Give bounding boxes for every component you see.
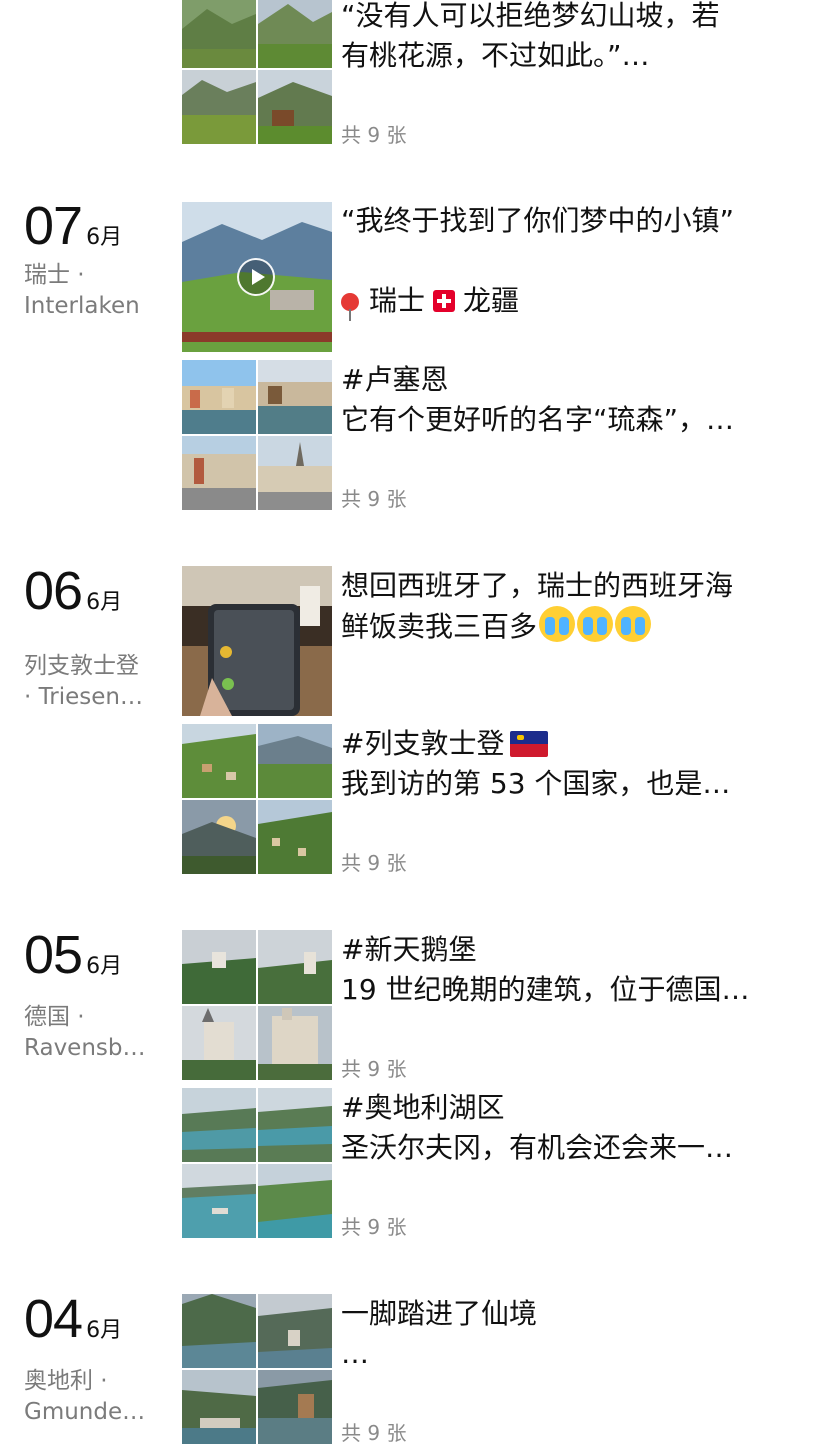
photo-thumbnail[interactable] (182, 436, 256, 510)
spacer-line (341, 241, 811, 281)
location-line: 德国 · (24, 1004, 85, 1030)
post-text-line: #列支敦士登 (341, 724, 801, 764)
day-date: 06 6月 (24, 564, 122, 618)
photo-thumbnail[interactable] (258, 930, 332, 1004)
photo-count: 共 9 张 (341, 851, 407, 875)
post-text-line: 圣沃尔夫冈，有机会还会来一… (341, 1131, 734, 1164)
photo-count: 共 9 张 (341, 1215, 407, 1239)
location-text-secondary: 龙疆 (463, 284, 520, 317)
photo-count: 共 9 张 (341, 123, 407, 147)
day-location: 瑞士 · Interlaken (24, 260, 164, 322)
post-text[interactable]: #卢塞恩 它有个更好听的名字“琉森”，… (341, 360, 801, 440)
day-month: 6月 (86, 225, 123, 250)
photo-thumbnail[interactable] (182, 1164, 256, 1238)
photo-thumbnail[interactable] (258, 70, 332, 144)
day-month: 6月 (86, 954, 123, 979)
photo-thumbnail[interactable] (258, 1088, 332, 1162)
photo-grid[interactable] (182, 360, 332, 510)
day-date: 04 6月 (24, 1292, 122, 1346)
photo-grid[interactable] (182, 724, 332, 874)
post-hashtag[interactable]: #新天鹅堡 (341, 930, 801, 970)
photo-thumbnail[interactable] (182, 360, 256, 434)
location-text: 瑞士 (369, 284, 426, 317)
location-line: 瑞士 · (24, 262, 85, 288)
photo-thumbnail[interactable] (258, 1294, 332, 1368)
day-number: 05 (24, 925, 83, 985)
post-text[interactable]: #新天鹅堡 19 世纪晚期的建筑，位于德国… (341, 930, 801, 1010)
crying-face-icon (539, 606, 576, 642)
video-post-location: 瑞士 龙疆 (341, 281, 811, 321)
post-text-line: 我到访的第 53 个国家，也是… (341, 767, 731, 800)
location-line: · Triesen… (24, 684, 143, 710)
post-text-line: 想回西班牙了，瑞士的西班牙海 (341, 569, 734, 602)
video-post-title: “我终于找到了你们梦中的小镇” (341, 204, 735, 237)
photo-thumbnail[interactable] (258, 1164, 332, 1238)
photo-thumbnail[interactable] (182, 1370, 256, 1444)
post-text-line: 它有个更好听的名字“琉森”，… (341, 403, 735, 436)
location-line: Ravensb… (24, 1035, 146, 1061)
photo-count: 共 9 张 (341, 1421, 407, 1445)
video-post-text[interactable]: “我终于找到了你们梦中的小镇” 瑞士 龙疆 (341, 201, 811, 321)
play-icon[interactable] (237, 258, 275, 296)
photo-thumbnail[interactable] (182, 0, 256, 68)
photo-count: 共 9 张 (341, 1057, 407, 1081)
day-number: 07 (24, 196, 83, 256)
photo-thumbnail[interactable] (258, 0, 332, 68)
post-text-line: 鲜饭卖我三百多 (341, 606, 811, 647)
post-text-line: 一脚踏进了仙境 (341, 1297, 538, 1330)
post-text[interactable]: “没有人可以拒绝梦幻山坡，若 有桃花源，不过如此。”… (341, 0, 801, 76)
location-line: 奥地利 · (24, 1368, 108, 1394)
photo-grid[interactable] (182, 1088, 332, 1238)
photo-thumbnail[interactable] (258, 724, 332, 798)
post-text-line: “没有人可以拒绝梦幻山坡，若 (341, 0, 720, 32)
post-hashtag[interactable]: #卢塞恩 (341, 360, 801, 400)
swiss-flag-icon (433, 290, 456, 312)
photo-thumbnail[interactable] (182, 724, 256, 798)
day-month: 6月 (86, 1318, 123, 1343)
photo-thumbnail[interactable] (182, 1294, 256, 1368)
photo-thumbnail[interactable] (258, 360, 332, 434)
pin-icon (341, 293, 359, 321)
post-hashtag[interactable]: #奥地利湖区 (341, 1088, 801, 1128)
post-text-line: … (341, 1337, 369, 1370)
photo-thumbnail[interactable] (258, 436, 332, 510)
crying-face-icon (577, 606, 614, 642)
post-text[interactable]: #列支敦士登 我到访的第 53 个国家，也是… (341, 724, 801, 804)
photo-grid[interactable] (182, 0, 332, 144)
post-text-line: 有桃花源，不过如此。”… (341, 39, 650, 72)
liechtenstein-flag-icon (510, 731, 549, 757)
post-text-segment: 鲜饭卖我三百多 (341, 610, 538, 643)
photo-grid[interactable] (182, 930, 332, 1080)
day-location: 德国 · Ravensb… (24, 1002, 164, 1064)
video-thumbnail[interactable] (182, 202, 332, 352)
post-hashtag[interactable]: #列支敦士登 (341, 727, 504, 760)
day-number: 04 (24, 1289, 83, 1349)
day-number: 06 (24, 561, 83, 621)
day-location: 列支敦士登 · Triesen… (24, 651, 164, 713)
post-text[interactable]: 想回西班牙了，瑞士的西班牙海 鲜饭卖我三百多 (341, 566, 811, 647)
photo-thumbnail[interactable] (258, 1370, 332, 1444)
photo-thumbnail[interactable] (258, 1006, 332, 1080)
day-month: 6月 (86, 590, 123, 615)
photo-count: 共 9 张 (341, 487, 407, 511)
day-date: 05 6月 (24, 928, 122, 982)
photo-thumbnail[interactable] (182, 566, 332, 716)
location-line: Gmunde… (24, 1399, 146, 1425)
photo-thumbnail[interactable] (258, 800, 332, 874)
crying-face-icon (615, 606, 652, 642)
post-text[interactable]: #奥地利湖区 圣沃尔夫冈，有机会还会来一… (341, 1088, 801, 1168)
day-location: 奥地利 · Gmunde… (24, 1366, 164, 1428)
location-line: Interlaken (24, 293, 140, 319)
photo-thumbnail[interactable] (182, 1006, 256, 1080)
location-line: 列支敦士登 (24, 653, 139, 679)
photo-thumbnail[interactable] (182, 800, 256, 874)
day-date: 07 6月 (24, 199, 122, 253)
photo-thumbnail[interactable] (182, 1088, 256, 1162)
post-text-line: 19 世纪晚期的建筑，位于德国… (341, 973, 750, 1006)
photo-thumbnail[interactable] (182, 70, 256, 144)
photo-grid[interactable] (182, 1294, 332, 1444)
post-text[interactable]: 一脚踏进了仙境 … (341, 1294, 801, 1374)
photo-thumbnail[interactable] (182, 930, 256, 1004)
